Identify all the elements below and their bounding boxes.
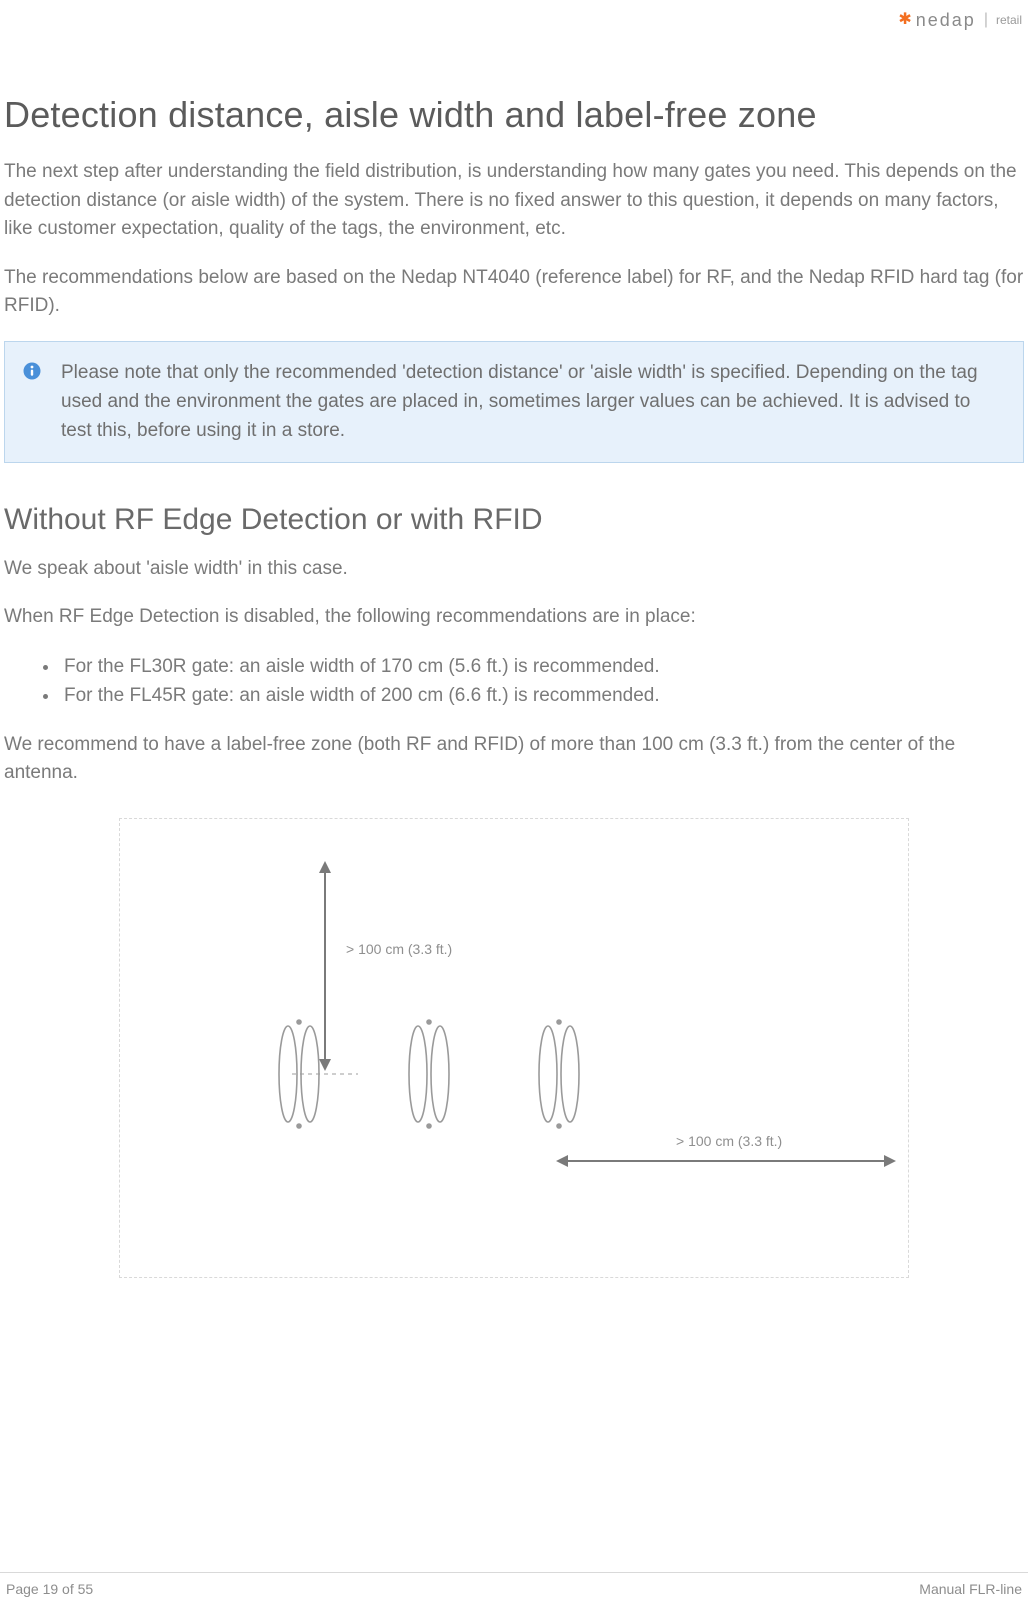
section-paragraph-3: We recommend to have a label-free zone (… [4, 731, 1024, 788]
intro-paragraph-1: The next step after understanding the fi… [4, 158, 1024, 244]
page-number: Page 19 of 55 [6, 1581, 93, 1597]
page-header: ✱ nedap | retail [0, 0, 1028, 34]
recommendation-list: For the FL30R gate: an aisle width of 17… [4, 652, 1024, 711]
list-item: For the FL45R gate: an aisle width of 20… [60, 681, 1024, 710]
brand-name: nedap [916, 10, 976, 31]
brand-subline: retail [996, 13, 1022, 27]
label-free-zone-diagram: > 100 cm (3.3 ft.) > 100 cm (3.3 ft.) [119, 818, 909, 1278]
section-paragraph-2: When RF Edge Detection is disabled, the … [4, 603, 1024, 632]
section-paragraph-1: We speak about 'aisle width' in this cas… [4, 555, 1024, 584]
brand-star-icon: ✱ [898, 12, 911, 28]
list-item: For the FL30R gate: an aisle width of 17… [60, 652, 1024, 681]
page-content: Detection distance, aisle width and labe… [0, 34, 1028, 1278]
intro-paragraph-2: The recommendations below are based on t… [4, 264, 1024, 321]
diagram-top-label: > 100 cm (3.3 ft.) [346, 941, 452, 957]
info-callout-text: Please note that only the recommended 'd… [61, 358, 1005, 446]
document-title-footer: Manual FLR-line [919, 1581, 1022, 1597]
info-callout: Please note that only the recommended 'd… [4, 341, 1024, 463]
page-title: Detection distance, aisle width and labe… [4, 94, 1024, 136]
diagram-container: > 100 cm (3.3 ft.) > 100 cm (3.3 ft.) [4, 818, 1024, 1278]
diagram-right-label: > 100 cm (3.3 ft.) [676, 1133, 782, 1149]
brand-logo: ✱ nedap | retail [898, 10, 1022, 31]
page-footer: Page 19 of 55 Manual FLR-line [0, 1572, 1028, 1603]
brand-separator: | [984, 11, 988, 29]
section-subtitle: Without RF Edge Detection or with RFID [4, 503, 1024, 537]
info-icon [23, 362, 41, 380]
document-page: ✱ nedap | retail Detection distance, ais… [0, 0, 1028, 1603]
diagram-svg [120, 819, 910, 1279]
